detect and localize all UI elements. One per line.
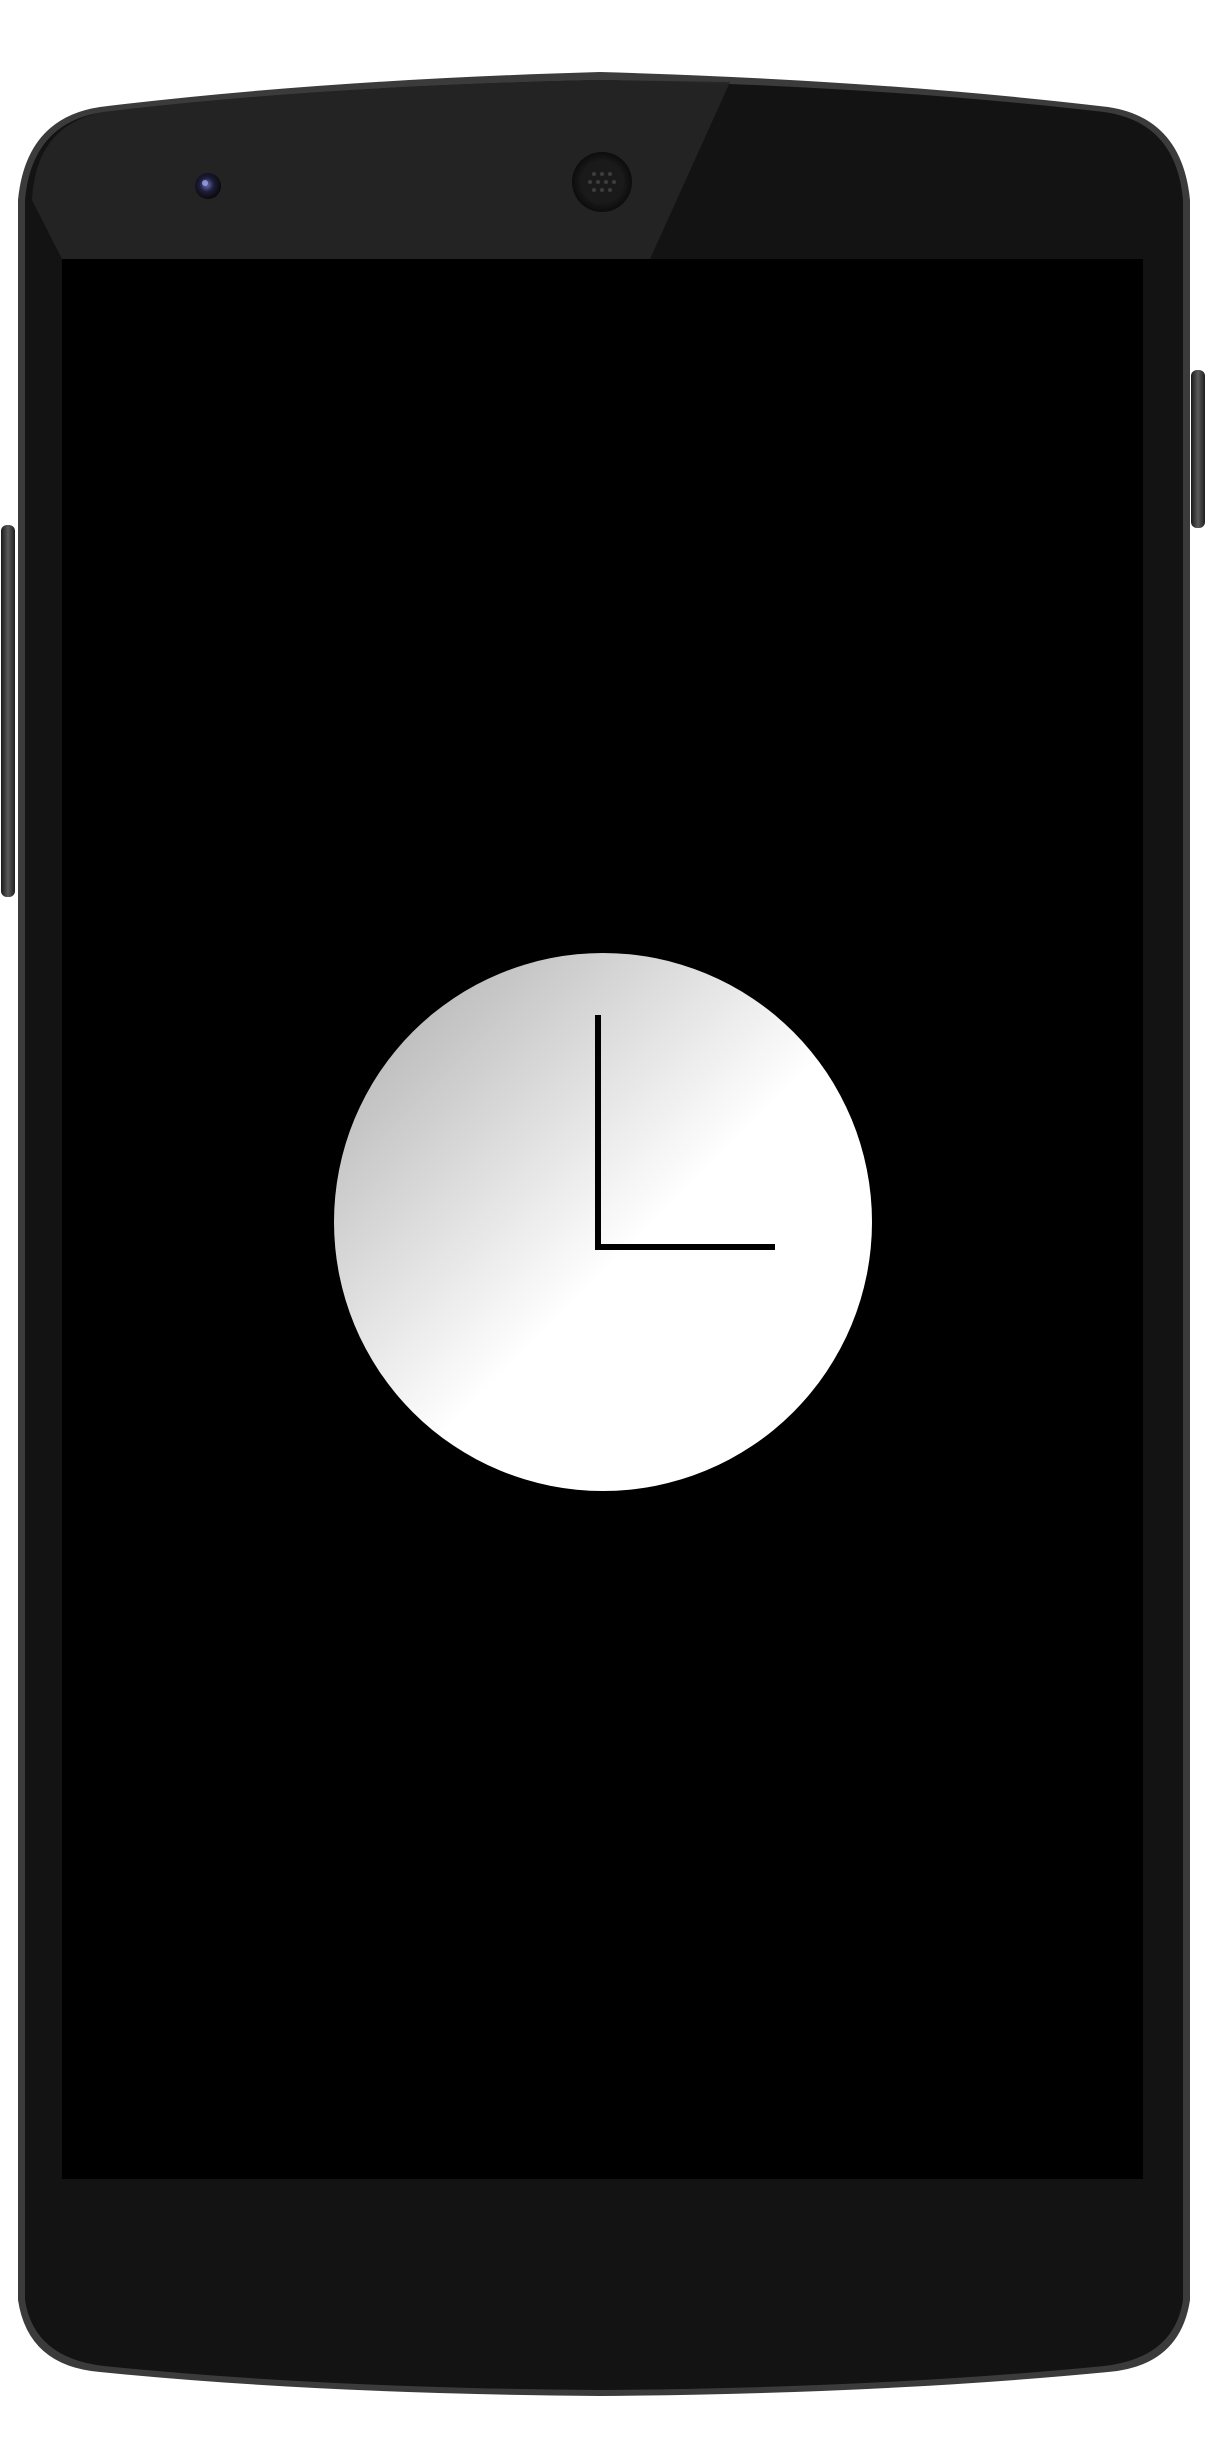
- speaker-grille: [580, 160, 624, 204]
- device-mockup: [0, 0, 1208, 2440]
- clock-face: [334, 953, 872, 1491]
- clock-icon[interactable]: [333, 952, 873, 1492]
- front-camera-icon: [195, 173, 221, 199]
- camera-glint: [202, 180, 208, 186]
- phone-screen[interactable]: [62, 259, 1143, 2179]
- power-button[interactable]: [1191, 370, 1205, 528]
- volume-button[interactable]: [1, 525, 15, 897]
